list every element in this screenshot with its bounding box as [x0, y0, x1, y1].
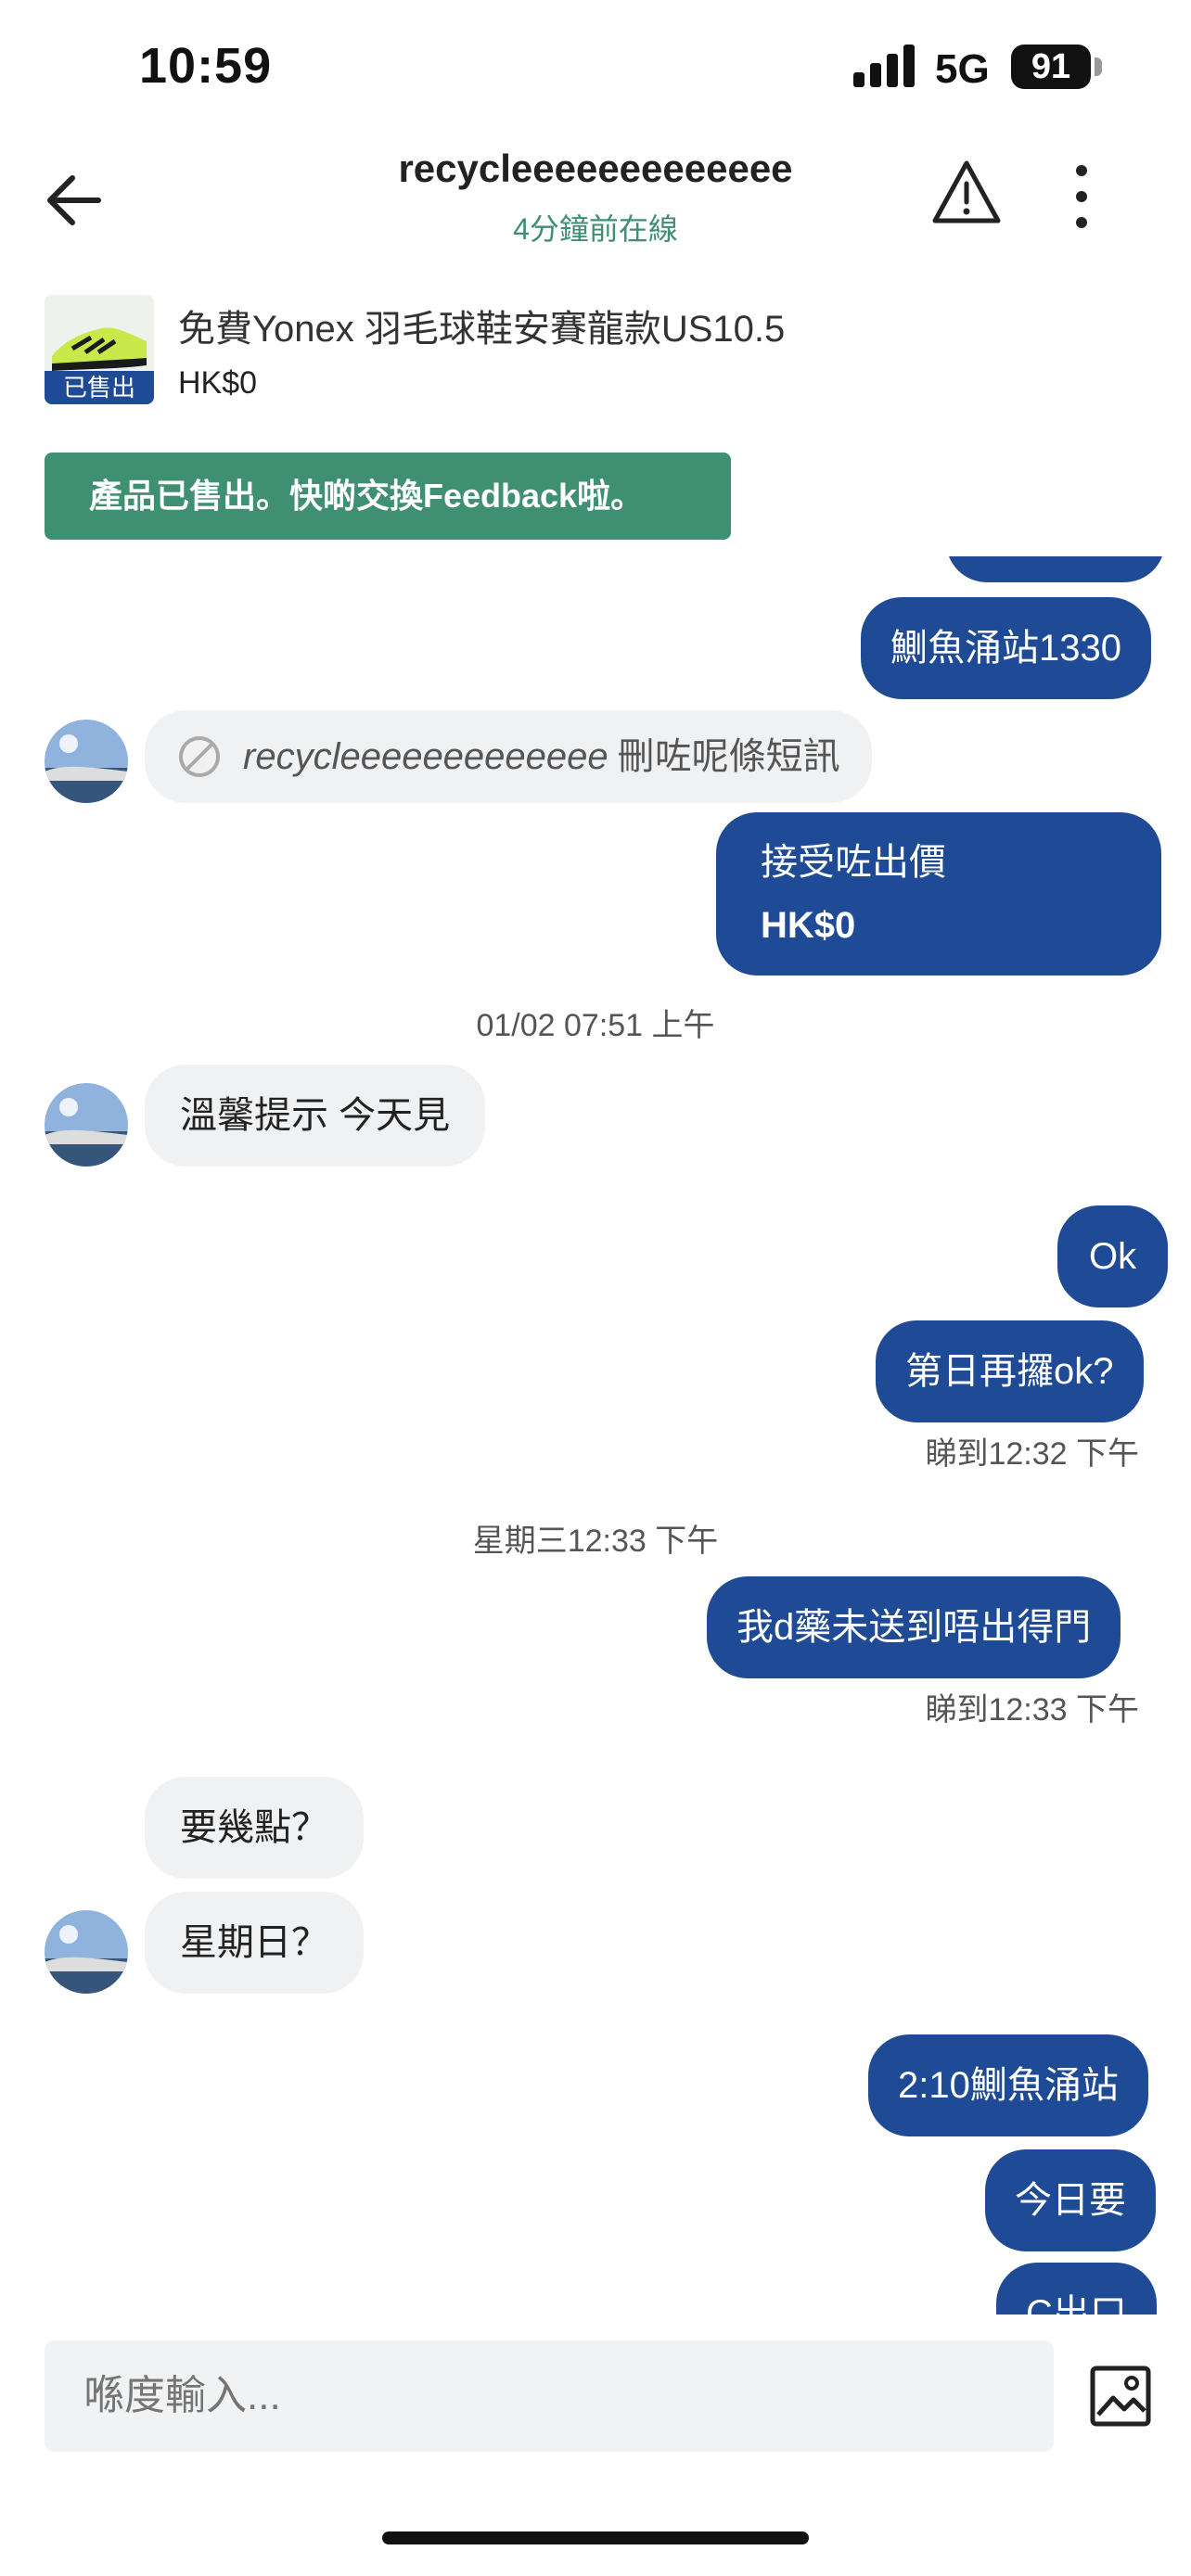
message-text: 要幾點？: [180, 1807, 328, 1848]
product-summary[interactable]: 已售出 免費Yonex 羽毛球鞋安賽龍款US10.5 HK$0: [45, 295, 1158, 410]
offer-title: 接受咗出價: [761, 842, 946, 883]
offer-price: HK$0: [761, 905, 856, 946]
message-in: 溫馨提示 今天見: [145, 1065, 486, 1167]
image-upload-icon[interactable]: [1087, 2363, 1154, 2429]
sold-badge: 已售出: [45, 371, 154, 404]
sold-feedback-banner[interactable]: 產品已售出。快啲交換Feedback啦。: [45, 453, 731, 540]
product-thumbnail[interactable]: 已售出: [45, 295, 154, 404]
deleted-message: recycleeeeeeeeeeeee 刪咗呢條短訊: [145, 710, 872, 803]
message-text: Ok: [1089, 1236, 1137, 1277]
product-price: HK$0: [178, 365, 258, 401]
product-title: 免費Yonex 羽毛球鞋安賽龍款US10.5: [178, 309, 786, 350]
blocked-icon: [179, 736, 220, 777]
network-label: 5G: [935, 46, 990, 92]
message-in: 星期日？: [145, 1892, 364, 1994]
timestamp: 星期三12:33 下午: [472, 1524, 719, 1559]
message-out: 第日再攞ok?: [876, 1320, 1144, 1422]
warning-icon[interactable]: [931, 158, 1002, 228]
timestamp: 01/02 07:51 上午: [476, 1008, 715, 1043]
message-out: 我d藥未送到唔出得門: [707, 1576, 1121, 1678]
message-input[interactable]: [45, 2340, 1054, 2452]
deleted-text: 刪咗呢條短訊: [617, 736, 840, 777]
message-text: C出口: [1026, 2293, 1127, 2315]
message-text: 鰂魚涌站1330: [890, 628, 1121, 669]
message-bubble-partial: [946, 556, 1165, 582]
read-receipt: 睇到12:33 下午: [925, 1692, 1139, 1728]
message-text: 溫馨提示 今天見: [180, 1095, 451, 1136]
avatar[interactable]: [45, 720, 128, 803]
message-list[interactable]: 鰂魚涌站1330 recycleeeeeeeeeeeee 刪咗呢條短訊 接受咗出…: [0, 556, 1191, 2315]
message-text: 2:10鰂魚涌站: [898, 2065, 1119, 2106]
read-receipt: 睇到12:32 下午: [925, 1436, 1139, 1472]
message-text: 第日再攞ok?: [905, 1351, 1114, 1392]
message-out: 鰂魚涌站1330: [861, 597, 1151, 699]
avatar[interactable]: [45, 1910, 128, 1994]
offer-bubble: 接受咗出價 HK$0: [716, 812, 1161, 976]
message-in: 要幾點？: [145, 1777, 364, 1879]
online-status: 4分鐘前在線: [513, 212, 678, 246]
chat-title: recycleeeeeeeeeeeee: [398, 147, 793, 190]
battery-tip: [1095, 57, 1102, 76]
message-out: Ok: [1057, 1205, 1169, 1307]
message-text: 我d藥未送到唔出得門: [736, 1607, 1092, 1648]
message-out: C出口: [996, 2263, 1157, 2315]
message-input-container: [45, 2340, 1054, 2452]
more-options-icon[interactable]: [1063, 161, 1100, 232]
battery-icon: 91: [1011, 45, 1091, 89]
message-out: 今日要: [985, 2149, 1156, 2251]
status-time: 10:59: [139, 38, 273, 94]
avatar[interactable]: [45, 1083, 128, 1167]
chat-header: recycleeeeeeeeeeeee 4分鐘前在線: [0, 139, 1191, 287]
message-text: 今日要: [1015, 2180, 1126, 2221]
message-out: 2:10鰂魚涌站: [868, 2034, 1148, 2136]
deleted-user: recycleeeeeeeeeeeee: [243, 736, 608, 777]
status-bar: 10:59 5G 91: [0, 0, 1191, 139]
signal-icon: [853, 45, 915, 87]
message-text: 星期日？: [180, 1922, 328, 1963]
home-indicator: [382, 2531, 809, 2544]
